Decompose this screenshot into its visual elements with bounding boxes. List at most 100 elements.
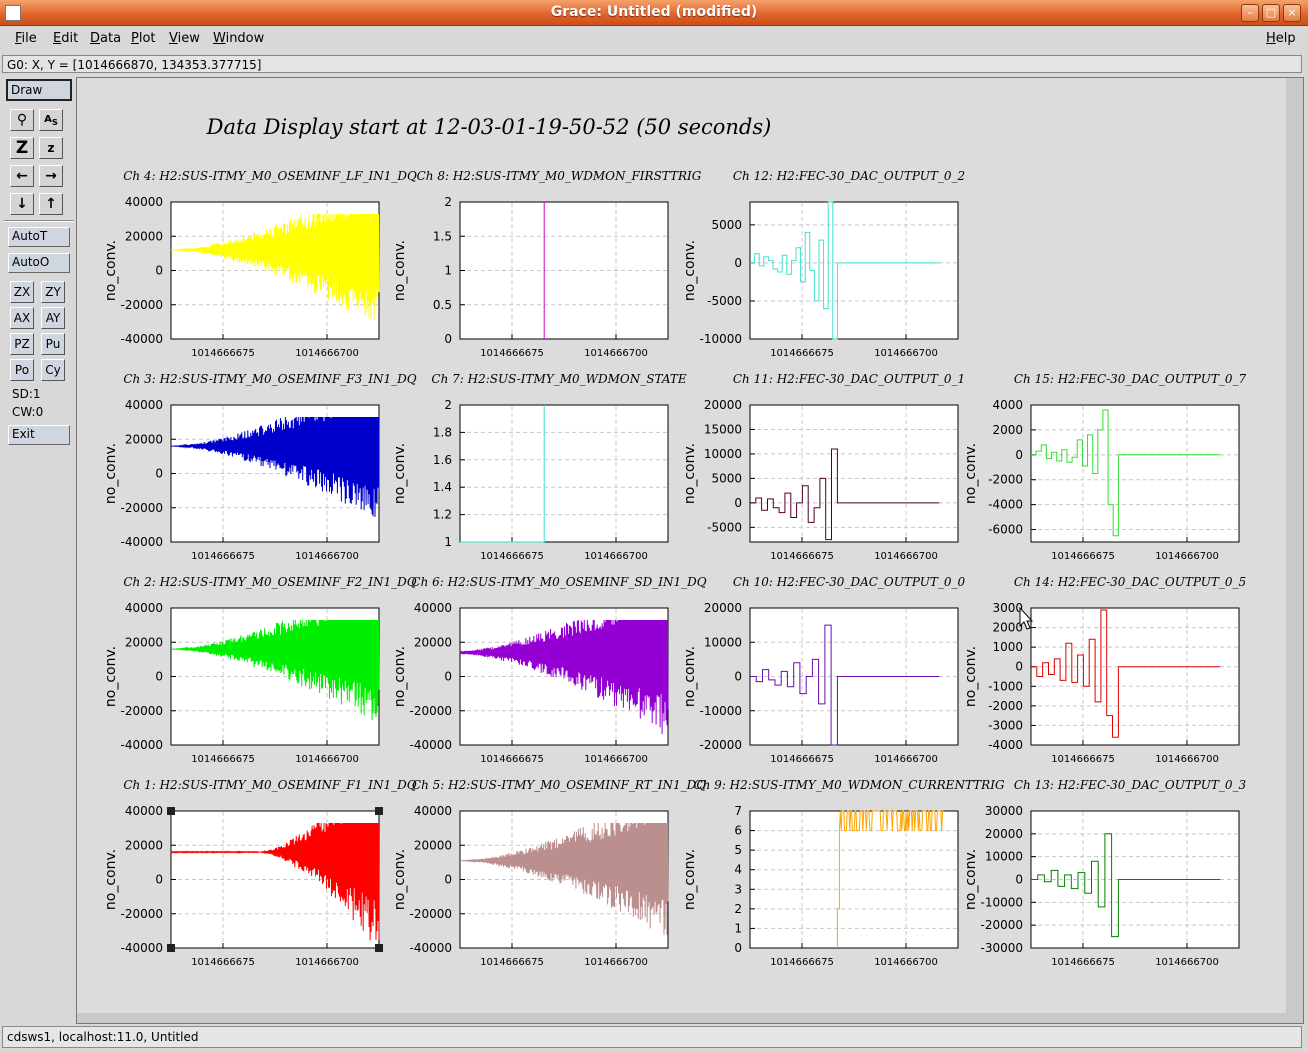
y-tick-label: 0 (155, 264, 163, 278)
y-tick-label: 0 (734, 670, 742, 684)
menu-file[interactable]: File (15, 31, 37, 46)
x-tick-label: 1014666675 (770, 754, 834, 765)
y-tick-label: 1.8 (433, 425, 452, 439)
zoom-in-icon[interactable]: Z (10, 137, 34, 159)
pu-button[interactable]: Pu (41, 333, 65, 355)
y-axis-label: no_conv. (103, 849, 119, 910)
x-tick-label: 1014666675 (480, 551, 544, 562)
arrow-up-icon[interactable]: ↑ (39, 193, 63, 215)
plot-canvas[interactable]: Data Display start at 12-03-01-19-50-52 … (77, 78, 1303, 1023)
menu-data[interactable]: Data (90, 31, 121, 46)
graph-frame (459, 404, 669, 543)
menu-view[interactable]: View (169, 31, 200, 46)
y-axis-label: no_conv. (392, 849, 408, 910)
cy-button[interactable]: Cy (41, 359, 65, 381)
y-tick-label: 5000 (711, 218, 742, 232)
y-tick-label: 1.4 (433, 480, 452, 494)
window-titlebar: Grace: Untitled (modified) – □ × (0, 0, 1308, 26)
locator-readout: G0: X, Y = [1014666870, 134353.377715] (2, 55, 1302, 73)
y-tick-label: 0 (1015, 873, 1023, 887)
x-tick-label: 1014666675 (1051, 957, 1115, 968)
y-axis-label: no_conv. (682, 240, 698, 301)
current-world-label: CW:0 (12, 405, 44, 419)
close-icon[interactable]: × (1283, 4, 1301, 22)
graph-title: Ch 6: H2:SUS-ITMY_M0_OSEMINF_SD_IN1_DQ (411, 575, 706, 589)
graph-title: Ch 10: H2:FEC-30_DAC_OUTPUT_0_0 (733, 575, 966, 589)
y-tick-label: 2000 (992, 621, 1023, 635)
y-tick-label: 20000 (125, 838, 163, 852)
zoom-out-icon[interactable]: z (39, 137, 63, 159)
graph-title: Ch 15: H2:FEC-30_DAC_OUTPUT_0_7 (1014, 372, 1247, 386)
menu-window[interactable]: Window (213, 31, 264, 46)
draw-button[interactable]: Draw (6, 79, 72, 101)
arrow-right-icon[interactable]: → (39, 165, 63, 187)
y-tick-label: 2000 (992, 423, 1023, 437)
x-tick-label: 1014666700 (584, 551, 648, 562)
x-tick-label: 1014666700 (874, 551, 938, 562)
y-tick-label: 40000 (125, 601, 163, 615)
menu-edit[interactable]: Edit (53, 31, 78, 46)
graph-frame (749, 810, 959, 949)
autot-button[interactable]: AutoT (8, 227, 70, 247)
y-tick-label: 20000 (414, 838, 452, 852)
y-axis-label: no_conv. (963, 443, 979, 504)
y-tick-label: -20000 (120, 907, 163, 921)
graph-title: Ch 4: H2:SUS-ITMY_M0_OSEMINF_LF_IN1_DQ (123, 169, 417, 183)
y-tick-label: 4000 (992, 398, 1023, 412)
graph-frame (749, 201, 959, 340)
y-tick-label: -4000 (988, 498, 1023, 512)
ax-button[interactable]: AX (10, 307, 34, 329)
y-axis-label: no_conv. (392, 443, 408, 504)
y-tick-label: 1 (444, 264, 452, 278)
y-axis-label: no_conv. (963, 646, 979, 707)
pz-button[interactable]: PZ (10, 333, 34, 355)
y-tick-label: -40000 (120, 941, 163, 955)
x-tick-label: 1014666675 (480, 957, 544, 968)
y-tick-label: 0 (444, 670, 452, 684)
x-tick-label: 1014666675 (1051, 754, 1115, 765)
graph-title: Ch 8: H2:SUS-ITMY_M0_WDMON_FIRSTTRIG (417, 169, 702, 183)
y-tick-label: 5000 (711, 471, 742, 485)
statusbar: cdsws1, localhost:11.0, Untitled (2, 1026, 1302, 1048)
y-tick-label: 0 (444, 332, 452, 346)
x-tick-label: 1014666700 (1155, 754, 1219, 765)
y-tick-label: 20000 (704, 398, 742, 412)
y-tick-label: -4000 (988, 738, 1023, 752)
y-tick-label: 6 (734, 824, 742, 838)
ay-button[interactable]: AY (41, 307, 65, 329)
graph-title: Ch 5: H2:SUS-ITMY_M0_OSEMINF_RT_IN1_DQ (412, 778, 706, 792)
minimize-icon[interactable]: – (1241, 4, 1259, 22)
arrow-down-icon[interactable]: ↓ (10, 193, 34, 215)
y-tick-label: -10000 (699, 704, 742, 718)
maximize-icon[interactable]: □ (1262, 4, 1280, 22)
selection-handle (167, 807, 175, 815)
menu-help[interactable]: Help (1266, 31, 1296, 46)
y-tick-label: 0 (155, 873, 163, 887)
y-tick-label: 0.5 (433, 298, 452, 312)
y-axis-label: no_conv. (392, 646, 408, 707)
menu-plot[interactable]: Plot (131, 31, 156, 46)
exit-button[interactable]: Exit (8, 425, 70, 445)
y-tick-label: 0 (1015, 448, 1023, 462)
autoo-button[interactable]: AutoO (8, 253, 70, 273)
x-tick-label: 1014666675 (770, 551, 834, 562)
autoscale-text-icon[interactable]: AS (39, 109, 63, 131)
graph-title: Ch 3: H2:SUS-ITMY_M0_OSEMINF_F3_IN1_DQ (123, 372, 416, 386)
y-tick-label: 5 (734, 843, 742, 857)
y-tick-label: 3 (734, 882, 742, 896)
y-tick-label: -20000 (980, 918, 1023, 932)
zy-button[interactable]: ZY (41, 281, 65, 303)
graph-frame (1030, 607, 1240, 746)
x-tick-label: 1014666700 (295, 957, 359, 968)
y-tick-label: 1 (444, 535, 452, 549)
y-tick-label: 7 (734, 804, 742, 818)
y-tick-label: 1000 (992, 640, 1023, 654)
po-button[interactable]: Po (10, 359, 34, 381)
y-tick-label: -1000 (988, 679, 1023, 693)
graph-frame (749, 404, 959, 543)
x-tick-label: 1014666675 (191, 957, 255, 968)
arrow-left-icon[interactable]: ← (10, 165, 34, 187)
zx-button[interactable]: ZX (10, 281, 34, 303)
magnifier-icon[interactable]: ⚲ (10, 109, 34, 131)
y-tick-label: -5000 (707, 520, 742, 534)
